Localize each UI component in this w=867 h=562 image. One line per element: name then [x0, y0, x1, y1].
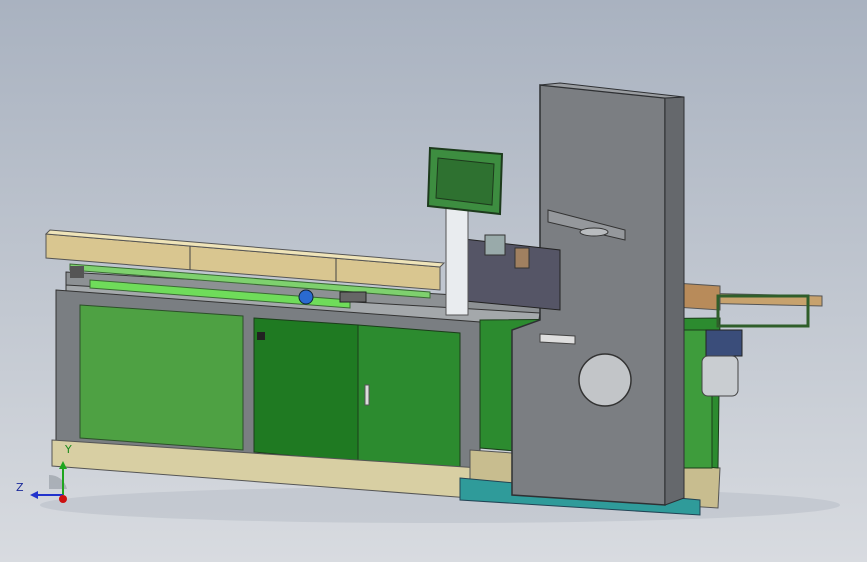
door-handle[interactable] — [364, 384, 370, 406]
y-axis-head — [59, 461, 67, 469]
clamp-block — [339, 291, 367, 303]
z-axis-head — [30, 491, 38, 499]
cabinet-door-right[interactable] — [357, 324, 461, 469]
saw-table — [539, 333, 576, 345]
triad-plane — [49, 474, 67, 489]
y-axis-label: Y — [65, 443, 72, 456]
cabinet-door-middle[interactable] — [253, 317, 359, 463]
actuator — [514, 247, 530, 269]
saw-wheel-cover — [578, 353, 632, 407]
triad-axes — [30, 461, 67, 503]
control-panel-face — [435, 157, 495, 206]
cabinet-door-left[interactable] — [79, 304, 244, 451]
motor-housing — [701, 355, 739, 397]
clamp-mechanism — [454, 237, 561, 311]
tension-knob[interactable] — [579, 227, 609, 237]
z-axis-label: Z — [16, 481, 24, 494]
door-lock — [257, 332, 265, 340]
blue-sensor — [298, 289, 314, 305]
machine-3d-model[interactable] — [0, 0, 867, 562]
coordinate-triad: Y Z — [14, 443, 84, 515]
cad-viewport[interactable]: Y Z — [0, 0, 867, 562]
cylinder — [484, 234, 506, 256]
x-axis-dot — [59, 495, 67, 503]
motor — [705, 329, 743, 357]
bandsaw-side — [664, 96, 685, 506]
bracket-left — [70, 266, 84, 278]
